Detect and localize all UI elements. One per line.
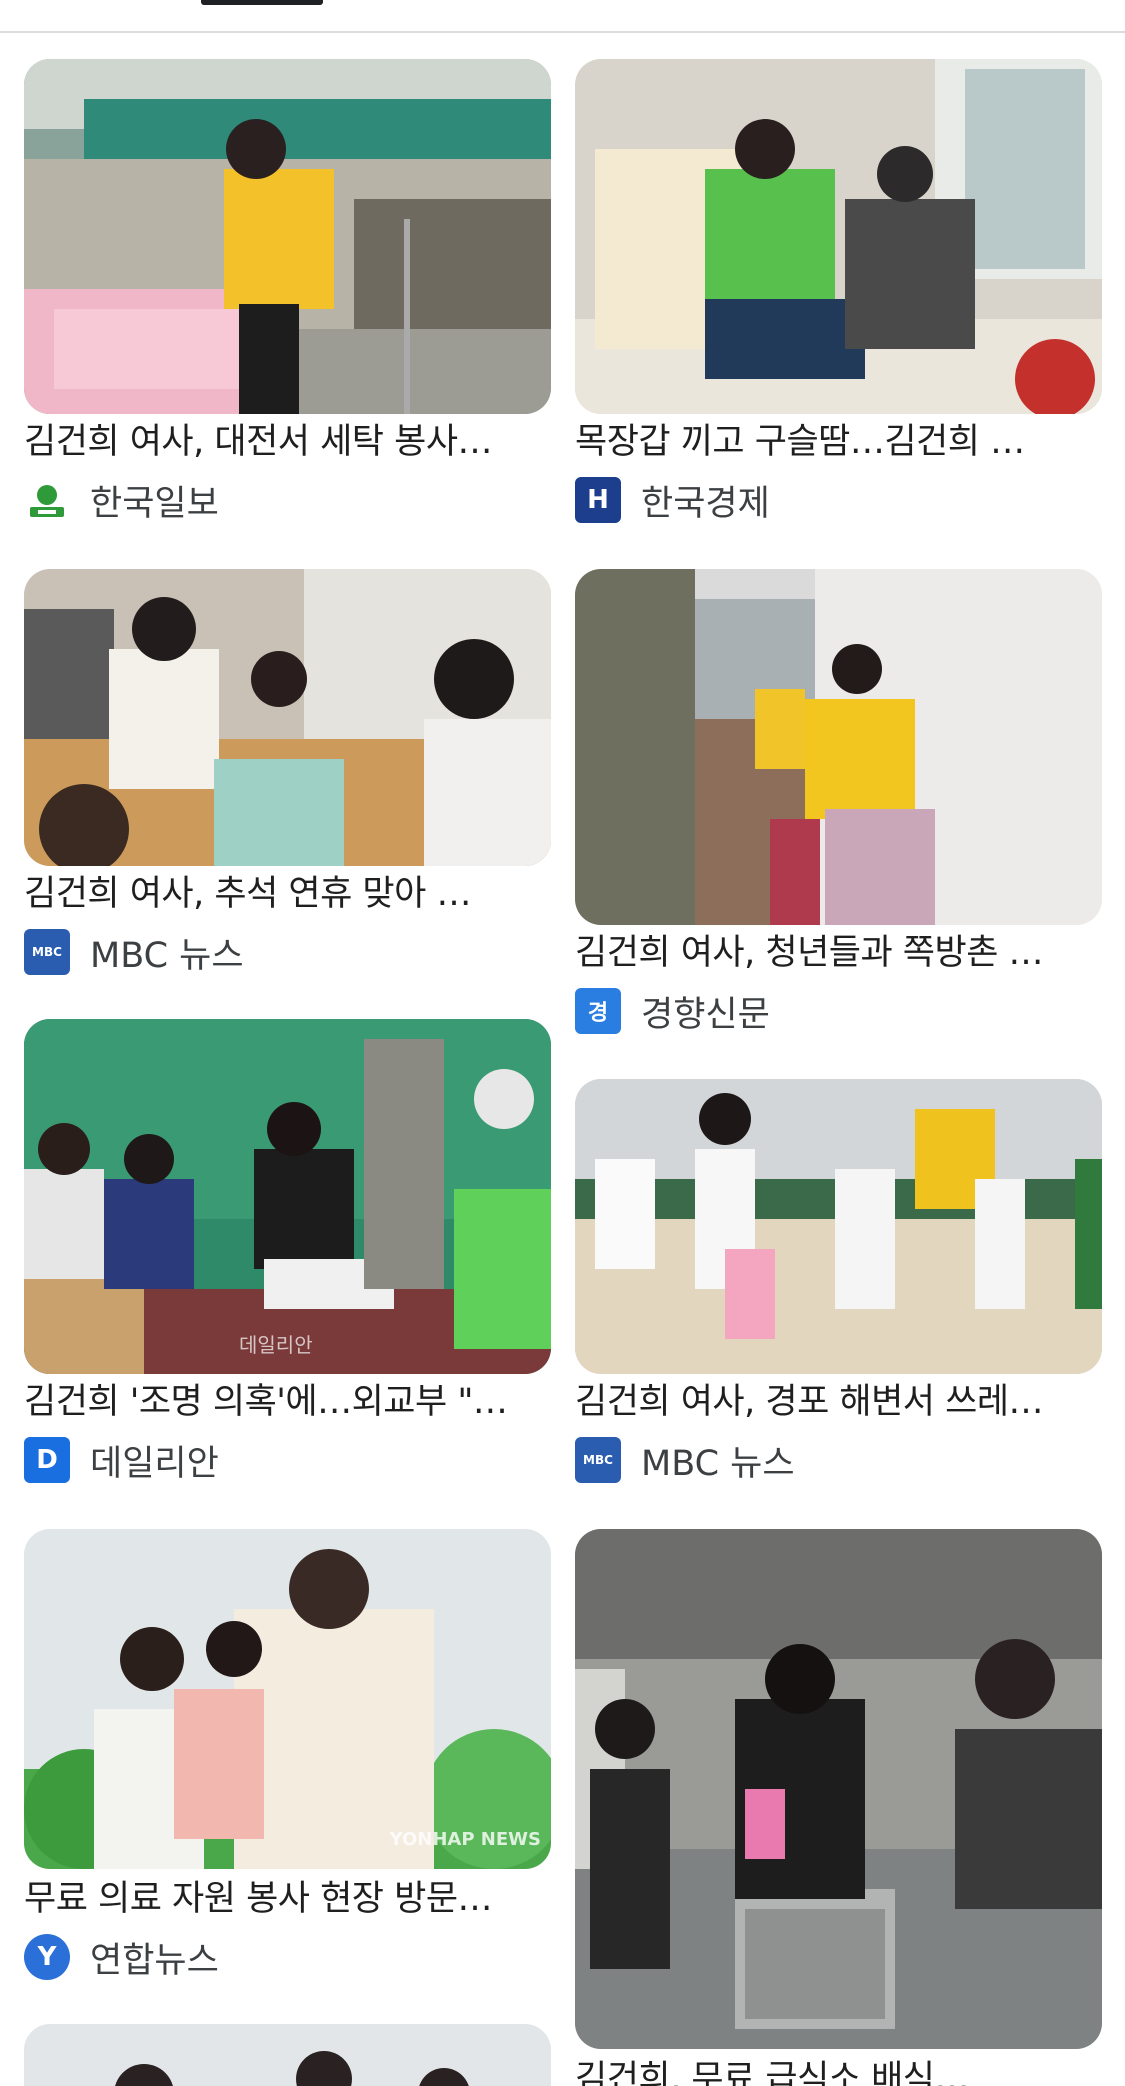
kyunghyang-icon: 경 bbox=[575, 988, 621, 1034]
news-thumbnail[interactable]: YONHAP NEWS bbox=[24, 1529, 551, 1869]
news-title[interactable]: 김건희 여사, 추석 연휴 맞아 … bbox=[24, 871, 551, 917]
news-source: MBC MBC 뉴스 bbox=[24, 929, 244, 976]
source-name: 연합뉴스 bbox=[90, 1940, 219, 1981]
watermark: 데일리안 bbox=[239, 1333, 313, 1357]
news-thumbnail[interactable] bbox=[24, 569, 551, 866]
news-thumbnail[interactable] bbox=[575, 59, 1102, 414]
news-card[interactable]: 김건희 여사, 추석 연휴 맞아 … MBC MBC 뉴스 bbox=[24, 569, 551, 989]
news-card[interactable]: 김건희 여사, 대전서 세탁 봉사… 한국일보 bbox=[24, 59, 551, 534]
news-title[interactable]: 김건희 여사, 청년들과 쪽방촌 … bbox=[575, 930, 1102, 976]
news-card[interactable]: 목장갑 끼고 구슬땀…김건희 … H 한국경제 bbox=[575, 59, 1102, 534]
dailian-icon: D bbox=[24, 1437, 70, 1483]
tab-divider bbox=[0, 31, 1125, 33]
source-name: 경향신문 bbox=[641, 994, 770, 1035]
news-card[interactable]: YONHAP NEWS 무료 의료 자원 봉사 현장 방문… Y 연합뉴스 bbox=[24, 1529, 551, 1994]
news-card[interactable]: 김건희 여사, 청년들과 쪽방촌 … 경 경향신문 bbox=[575, 569, 1102, 1049]
news-title[interactable]: 김건희, 무료 급식소 배식… bbox=[575, 2056, 1102, 2086]
news-card[interactable] bbox=[24, 2024, 551, 2086]
news-title[interactable]: 김건희 여사, 경포 해변서 쓰레… bbox=[575, 1379, 1102, 1425]
source-name: 데일리안 bbox=[90, 1443, 219, 1484]
news-thumbnail[interactable] bbox=[24, 59, 551, 414]
source-name: MBC 뉴스 bbox=[90, 935, 244, 976]
mbc-news-icon: MBC bbox=[24, 929, 70, 975]
news-source: D 데일리안 bbox=[24, 1437, 219, 1484]
source-name: MBC 뉴스 bbox=[641, 1443, 795, 1484]
news-title[interactable]: 무료 의료 자원 봉사 현장 방문… bbox=[24, 1876, 551, 1922]
news-title[interactable]: 김건희 '조명 의혹'에…외교부 "… bbox=[24, 1379, 551, 1425]
news-thumbnail[interactable]: 데일리안 bbox=[24, 1019, 551, 1374]
source-name: 한국일보 bbox=[90, 483, 219, 524]
news-source: Y 연합뉴스 bbox=[24, 1934, 219, 1981]
news-card[interactable]: 데일리안 김건희 '조명 의혹'에…외교부 "… D 데일리안 bbox=[24, 1019, 551, 1494]
news-thumbnail[interactable] bbox=[575, 569, 1102, 925]
hankook-ilbo-icon bbox=[24, 477, 70, 523]
news-card[interactable]: 김건희, 무료 급식소 배식… bbox=[575, 1529, 1102, 2086]
news-source: MBC MBC 뉴스 bbox=[575, 1437, 795, 1484]
news-thumbnail[interactable] bbox=[575, 1079, 1102, 1374]
watermark: YONHAP NEWS bbox=[389, 1829, 541, 1850]
yonhap-icon: Y bbox=[24, 1934, 70, 1980]
news-source: H 한국경제 bbox=[575, 477, 770, 524]
active-tab-indicator bbox=[201, 0, 323, 5]
news-thumbnail[interactable] bbox=[575, 1529, 1102, 2049]
news-title[interactable]: 목장갑 끼고 구슬땀…김건희 … bbox=[575, 419, 1102, 465]
tab-bar bbox=[0, 0, 1125, 34]
news-thumbnail[interactable] bbox=[24, 2024, 551, 2086]
mbc-news-icon: MBC bbox=[575, 1437, 621, 1483]
news-card[interactable]: 김건희 여사, 경포 해변서 쓰레… MBC MBC 뉴스 bbox=[575, 1079, 1102, 1494]
news-source: 경 경향신문 bbox=[575, 988, 770, 1035]
source-name: 한국경제 bbox=[641, 483, 770, 524]
news-source: 한국일보 bbox=[24, 477, 219, 524]
news-title[interactable]: 김건희 여사, 대전서 세탁 봉사… bbox=[24, 419, 551, 465]
hankyung-icon: H bbox=[575, 477, 621, 523]
